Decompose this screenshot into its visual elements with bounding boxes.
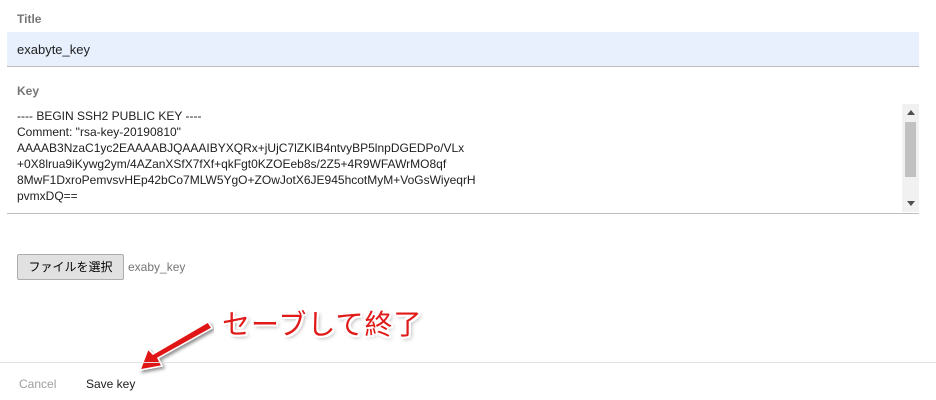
key-textarea[interactable]: ---- BEGIN SSH2 PUBLIC KEY ---- Comment:… bbox=[7, 104, 919, 214]
title-input[interactable]: exabyte_key bbox=[7, 32, 919, 67]
title-label: Title bbox=[17, 12, 42, 26]
key-label: Key bbox=[17, 84, 40, 98]
choose-file-button[interactable]: ファイルを選択 bbox=[17, 254, 124, 280]
selected-file-name: exaby_key bbox=[128, 260, 186, 274]
key-scrollbar[interactable] bbox=[902, 104, 919, 212]
scroll-down-arrow-icon[interactable] bbox=[902, 195, 919, 212]
red-arrow-icon bbox=[138, 320, 214, 371]
footer-divider bbox=[0, 362, 936, 363]
save-key-button[interactable]: Save key bbox=[86, 377, 135, 391]
scroll-up-arrow-icon[interactable] bbox=[902, 104, 919, 121]
key-text[interactable]: ---- BEGIN SSH2 PUBLIC KEY ---- Comment:… bbox=[17, 108, 897, 204]
scrollbar-thumb[interactable] bbox=[905, 122, 916, 177]
annotation-text: セーブして終了 bbox=[222, 308, 423, 341]
cancel-button[interactable]: Cancel bbox=[19, 377, 56, 391]
